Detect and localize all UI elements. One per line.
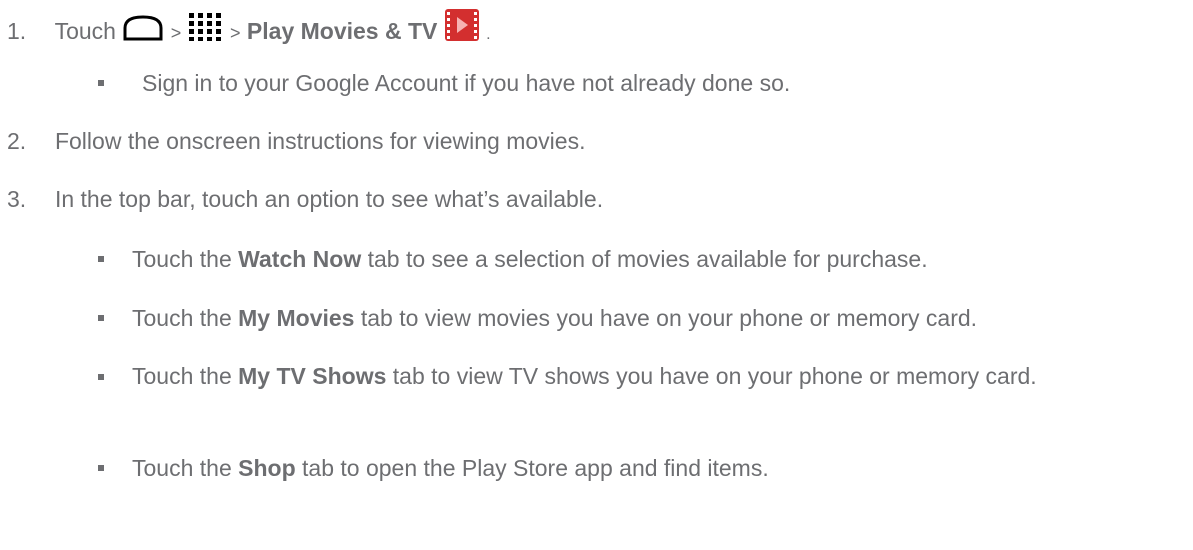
bullet-text: Sign in to your Google Account if you ha… xyxy=(142,70,791,96)
bullet-text-pre: Touch the xyxy=(132,363,232,389)
app-name-play-movies: Play Movies & TV xyxy=(246,18,438,44)
bullet-text-post: tab to view movies you have on your phon… xyxy=(360,305,978,331)
step-text-touch: Touch xyxy=(54,18,116,44)
home-icon xyxy=(122,14,164,48)
bullet-text-pre: Touch the xyxy=(132,246,232,272)
bullet-text-post: tab to open the Play Store app and find … xyxy=(302,455,769,481)
apps-grid-icon xyxy=(188,12,224,48)
step-end: . xyxy=(486,26,491,43)
step-text: In the top bar, touch an option to see w… xyxy=(54,186,604,212)
bullet-marker xyxy=(98,256,104,262)
bullet-text-pre: Touch the xyxy=(132,455,232,481)
step-number: 1. xyxy=(7,18,27,44)
step-text: Follow the onscreen instructions for vie… xyxy=(54,128,586,154)
list-item: Touch the Shop tab to open the Play Stor… xyxy=(132,454,769,482)
bullet-text-post: tab to view TV shows you have on your ph… xyxy=(392,363,1037,389)
bullet-text-pre: Touch the xyxy=(132,305,232,331)
step-2: 2. Follow the onscreen instructions for … xyxy=(7,127,585,155)
tab-name-my-tv-shows: My TV Shows xyxy=(238,363,387,389)
tab-name-watch-now: Watch Now xyxy=(238,246,362,272)
bullet-text-post: tab to see a selection of movies availab… xyxy=(367,246,928,272)
tab-name-shop: Shop xyxy=(238,455,296,481)
list-item: Sign in to your Google Account if you ha… xyxy=(142,69,790,97)
bullet-marker xyxy=(98,80,104,86)
list-item: Touch the My Movies tab to view movies y… xyxy=(132,304,977,332)
bullet-marker xyxy=(98,315,104,321)
step-number: 2. xyxy=(7,128,27,154)
bullet-marker xyxy=(98,465,104,471)
tab-name-my-movies: My Movies xyxy=(238,305,355,331)
list-item: Touch the My TV Shows tab to view TV sho… xyxy=(132,361,1182,392)
separator: > xyxy=(230,23,241,43)
separator: > xyxy=(170,23,182,43)
play-movies-icon xyxy=(444,8,480,48)
step-1: 1. Touch > > Play Movies & TV . xyxy=(7,8,491,49)
bullet-marker xyxy=(98,374,104,380)
step-number: 3. xyxy=(7,186,27,212)
step-3: 3. In the top bar, touch an option to se… xyxy=(7,185,603,213)
list-item: Touch the Watch Now tab to see a selecti… xyxy=(132,245,928,273)
